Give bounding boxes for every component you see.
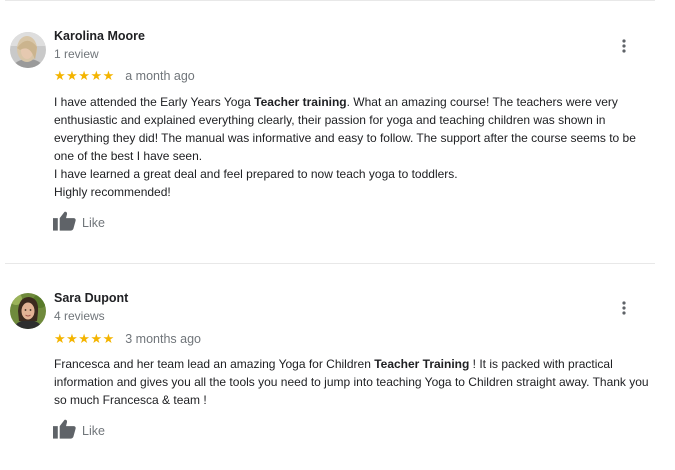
thumbs-up-icon <box>53 211 76 236</box>
review-text-part: I have attended the Early Years Yoga <box>54 95 255 109</box>
avatar[interactable] <box>10 32 46 68</box>
divider <box>5 0 655 1</box>
like-button[interactable]: Like <box>53 419 105 444</box>
review-text-highlight: Teacher training <box>254 95 347 109</box>
like-button[interactable]: Like <box>53 211 105 236</box>
review-text-highlight: Teacher Training <box>374 357 470 371</box>
divider <box>5 263 655 264</box>
star-rating: ★★★★★ <box>54 330 115 346</box>
reviewer-name[interactable]: Karolina Moore <box>54 29 145 43</box>
thumbs-up-icon <box>53 419 76 444</box>
review-date: a month ago <box>125 68 195 83</box>
like-label: Like <box>82 424 105 438</box>
review-text-line: Highly recommended! <box>54 185 171 199</box>
review-count: 4 reviews <box>54 309 105 323</box>
more-vert-icon[interactable] <box>614 35 634 57</box>
review-text-part: Francesca and her team lead an amazing Y… <box>54 357 375 371</box>
more-vert-icon[interactable] <box>614 297 634 319</box>
avatar[interactable] <box>10 293 46 329</box>
review-count: 1 review <box>54 47 99 61</box>
review-text: Francesca and her team lead an amazing Y… <box>54 355 659 409</box>
reviewer-name[interactable]: Sara Dupont <box>54 291 128 305</box>
review-text: I have attended the Early Years Yoga Tea… <box>54 93 659 201</box>
rating-row: ★★★★★ 3 months ago <box>54 330 201 346</box>
rating-row: ★★★★★ a month ago <box>54 67 195 83</box>
review-date: 3 months ago <box>125 331 201 346</box>
review-text-line: I have learned a great deal and feel pre… <box>54 167 458 181</box>
star-rating: ★★★★★ <box>54 67 115 83</box>
like-label: Like <box>82 216 105 230</box>
reviews-page: Karolina Moore 1 review ★★★★★ a month ag… <box>0 0 675 470</box>
